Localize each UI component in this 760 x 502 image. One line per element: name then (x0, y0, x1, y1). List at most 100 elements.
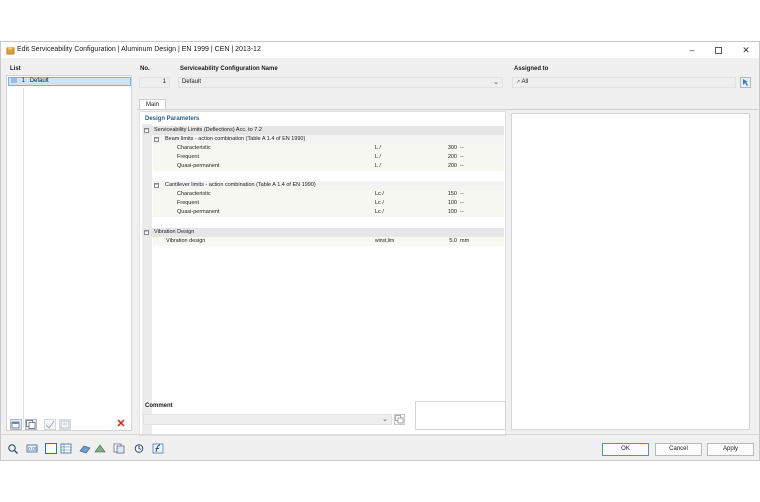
group-serviceability-limits[interactable]: − Serviceability Limits (Deflections) Ac… (143, 126, 504, 135)
param-name: Vibration design (166, 238, 206, 244)
renumber-button[interactable] (59, 419, 71, 430)
comment-label: Comment (145, 403, 173, 409)
param-name: Frequent (177, 154, 200, 160)
list-item-default[interactable]: 1 Default (8, 77, 131, 86)
copy-icon (395, 415, 404, 424)
select-cursor-icon (743, 79, 748, 86)
preview-panel (511, 113, 750, 430)
reset-button[interactable] (133, 443, 145, 454)
subgroup-beam-limits[interactable]: − Beam limits - action combination (Tabl… (153, 135, 504, 144)
comment-field[interactable]: ⌄ (143, 414, 392, 425)
check-icon (45, 420, 55, 429)
assigned-value: All (521, 79, 529, 85)
minimize-button[interactable]: – (683, 44, 701, 56)
cancel-button[interactable]: Cancel (655, 443, 702, 456)
param-value[interactable]: 200 (417, 153, 457, 162)
tree-gutter (142, 124, 152, 435)
param-name: Frequent (177, 200, 200, 206)
subgroup-label: Beam limits - action combination (Table … (165, 136, 306, 142)
table-row[interactable]: Quasi-permanent Lc / 100 -- (153, 208, 504, 217)
chevron-down-icon[interactable]: ⌄ (382, 415, 388, 424)
param-unit: mm (460, 238, 470, 244)
new-item-button[interactable] (10, 419, 22, 430)
subgroup-label: Cantilever limits - action combination (… (165, 182, 316, 188)
group-label: Vibration Design (154, 229, 195, 235)
units-icon: 0.00 (26, 444, 38, 453)
name-value: Default (182, 79, 202, 85)
table-row[interactable]: Characteristic L / 300 -- (153, 144, 504, 153)
table-row[interactable]: Frequent Lc / 100 -- (153, 199, 504, 208)
model-icon (79, 445, 91, 454)
maximize-button[interactable] (709, 44, 727, 56)
chevron-down-icon[interactable]: ⌄ (493, 78, 499, 87)
close-button[interactable]: ✕ (737, 44, 755, 56)
assigned-field: ↗ All (512, 77, 736, 88)
formula-icon (152, 443, 164, 454)
param-symbol: winst,lim (375, 238, 395, 244)
svg-text:0.00: 0.00 (28, 447, 38, 453)
list-divider (23, 88, 24, 428)
no-field: 1 (139, 77, 170, 88)
param-value[interactable]: 100 (417, 199, 457, 208)
param-name: Quasi-permanent (177, 163, 220, 169)
view-toggle-button[interactable] (45, 443, 57, 454)
color-swatch (11, 78, 17, 83)
renumber-icon (60, 420, 70, 429)
name-label: Serviceability Configuration Name (180, 66, 278, 72)
search-icon (8, 444, 18, 454)
dialog-window: Edit Serviceability Configuration | Alum… (0, 41, 760, 461)
collapse-icon[interactable]: − (144, 128, 149, 133)
structure-icon (94, 444, 106, 453)
param-value[interactable]: 100 (417, 208, 457, 217)
param-value[interactable]: 5.0 (417, 237, 457, 246)
formula-button[interactable] (152, 443, 164, 454)
check-button[interactable] (44, 419, 56, 430)
table-row[interactable]: Quasi-permanent L / 200 -- (153, 162, 504, 171)
param-unit: -- (460, 154, 464, 160)
collapse-icon[interactable]: − (154, 137, 159, 142)
param-symbol: L / (375, 163, 381, 169)
documents-button[interactable] (113, 443, 125, 454)
param-symbol: L / (375, 145, 381, 151)
param-name: Quasi-permanent (177, 209, 220, 215)
param-unit: -- (460, 200, 464, 206)
delete-button[interactable]: ✕ (115, 419, 127, 430)
assigned-icon: ↗ (516, 79, 521, 85)
table-view-button[interactable] (60, 443, 72, 454)
table-row[interactable]: Characteristic Lc / 150 -- (153, 190, 504, 199)
param-unit: -- (460, 145, 464, 151)
apply-button[interactable]: Apply (707, 443, 754, 456)
comment-copy-button[interactable] (394, 414, 405, 425)
ok-button[interactable]: OK (602, 443, 649, 456)
name-field[interactable]: Default ⌄ (178, 77, 503, 88)
select-objects-button[interactable] (740, 77, 751, 88)
no-label: No. (140, 66, 150, 72)
list-item-number: 1 (21, 78, 26, 85)
reset-icon (134, 444, 144, 453)
list-item-name: Default (29, 78, 49, 85)
list-panel: 1 Default (6, 75, 132, 431)
comment-side-panel (415, 401, 506, 430)
param-symbol: Lc / (375, 191, 384, 197)
param-value[interactable]: 150 (417, 190, 457, 199)
app-icon (6, 46, 15, 55)
tab-strip-line (137, 109, 758, 110)
collapse-icon[interactable]: − (154, 183, 159, 188)
table-row[interactable]: Vibration design winst,lim 5.0 mm (153, 237, 504, 246)
table-row[interactable]: Frequent L / 200 -- (153, 153, 504, 162)
maximize-icon (714, 47, 722, 54)
copy-item-button[interactable] (25, 419, 37, 430)
collapse-icon[interactable]: − (144, 230, 149, 235)
units-button[interactable]: 0.00 (26, 443, 38, 454)
structure-button[interactable] (94, 443, 106, 454)
delete-icon: ✕ (116, 418, 126, 430)
no-value: 1 (162, 79, 166, 85)
subgroup-cantilever-limits[interactable]: − Cantilever limits - action combination… (153, 181, 504, 190)
model-button[interactable] (79, 443, 91, 454)
group-vibration-design[interactable]: − Vibration Design (143, 228, 504, 237)
table-icon (60, 443, 72, 454)
param-value[interactable]: 300 (417, 144, 457, 153)
search-button[interactable] (7, 443, 19, 454)
design-parameters-title: Design Parameters (145, 116, 200, 122)
param-value[interactable]: 200 (417, 162, 457, 171)
